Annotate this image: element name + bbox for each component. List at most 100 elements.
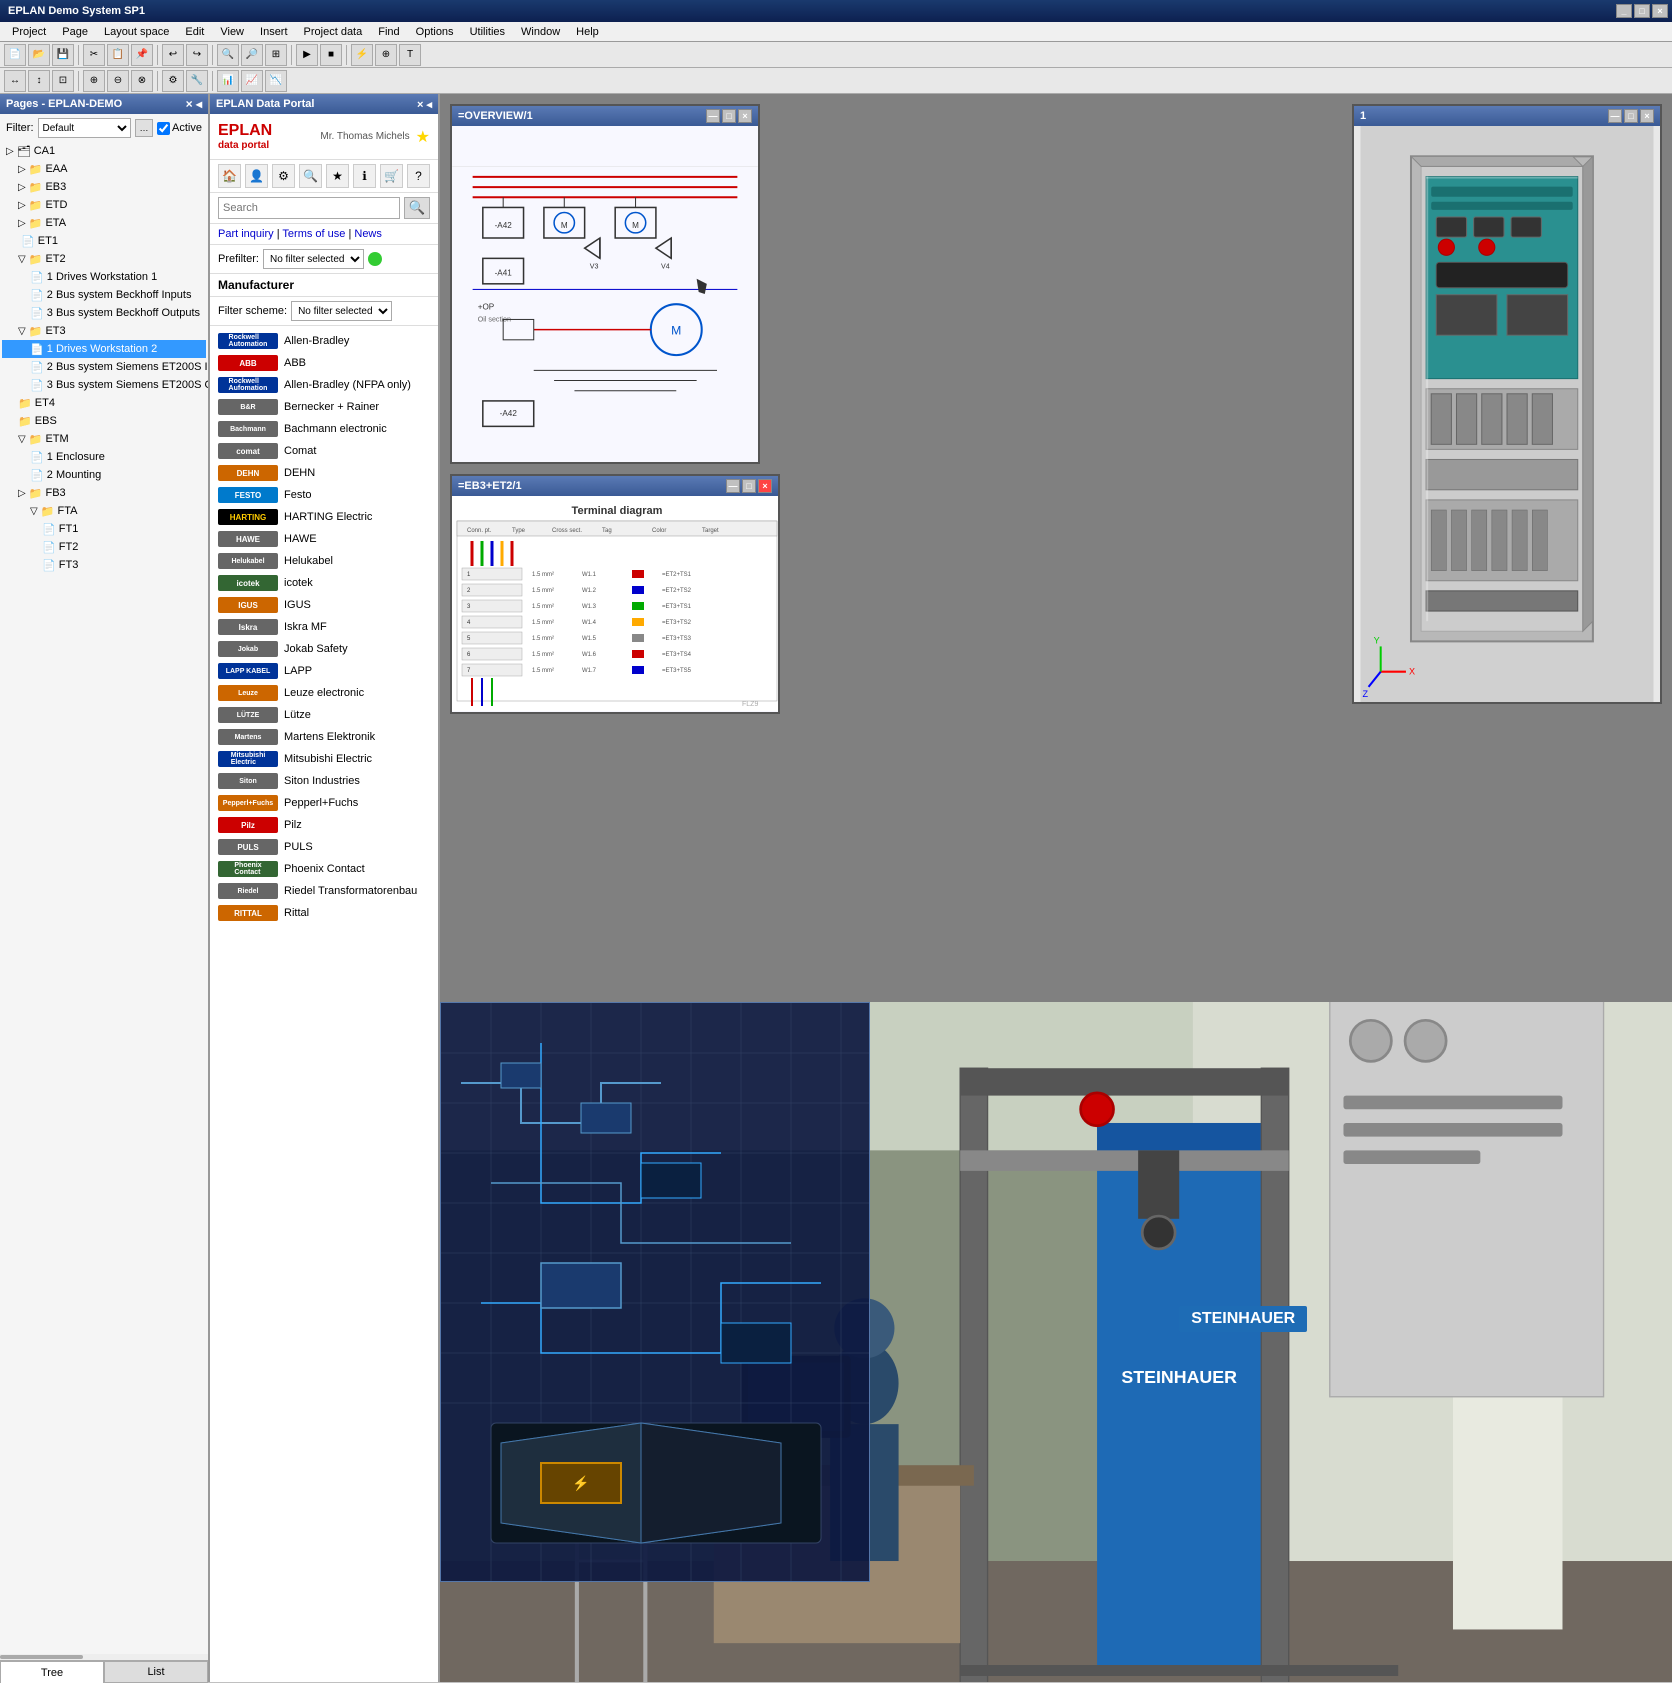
menu-edit[interactable]: Edit (177, 22, 212, 42)
tree-item-ft3[interactable]: 📄 FT3 (2, 556, 206, 574)
tree-item-eta[interactable]: ▷ 📁 ETA (2, 214, 206, 232)
tree-item-bus-si-in[interactable]: 📄 2 Bus system Siemens ET200S Inp (2, 358, 206, 376)
tree-item-bus-si-out[interactable]: 📄 3 Bus system Siemens ET200S Ou (2, 376, 206, 394)
tree-item-ca1[interactable]: ▷ 🗂 CA1 (2, 142, 206, 160)
menu-utilities[interactable]: Utilities (462, 22, 513, 42)
menu-projectdata[interactable]: Project data (296, 22, 371, 42)
tb2-4[interactable]: ⊕ (83, 70, 105, 92)
menu-help[interactable]: Help (568, 22, 607, 42)
tb2-6[interactable]: ⊗ (131, 70, 153, 92)
dp-settings-icon[interactable]: ⚙ (272, 164, 295, 188)
tree-item-etm[interactable]: ▽ 📁 ETM (2, 430, 206, 448)
menu-insert[interactable]: Insert (252, 22, 296, 42)
dp-info-icon[interactable]: ℹ (353, 164, 376, 188)
terminal-controls[interactable]: — □ × (726, 479, 772, 493)
tb2-11[interactable]: 📉 (265, 70, 287, 92)
menu-options[interactable]: Options (408, 22, 462, 42)
mfr-allen-bradley-nfpa[interactable]: RockwellAufomation Allen-Bradley (NFPA o… (210, 374, 438, 396)
dp-search-input[interactable] (218, 197, 400, 219)
mfr-helukabel[interactable]: Helukabel Helukabel (210, 550, 438, 572)
terms-link[interactable]: Terms of use (282, 228, 345, 240)
3d-minimize[interactable]: — (1608, 109, 1622, 123)
mfr-dehn[interactable]: DEHN DEHN (210, 462, 438, 484)
mfr-iskra[interactable]: Iskra Iskra MF (210, 616, 438, 638)
mfr-siton[interactable]: Siton Siton Industries (210, 770, 438, 792)
mfr-festo[interactable]: FESTO Festo (210, 484, 438, 506)
tb-text[interactable]: T (399, 44, 421, 66)
tb2-1[interactable]: ↔ (4, 70, 26, 92)
mfr-pepperl[interactable]: Pepperl+Fuchs Pepperl+Fuchs (210, 792, 438, 814)
tree-item-ft2[interactable]: 📄 FT2 (2, 538, 206, 556)
tb-component[interactable]: ⊕ (375, 44, 397, 66)
tree-item-et3[interactable]: ▽ 📁 ET3 (2, 322, 206, 340)
close-btn[interactable]: × (1652, 4, 1668, 18)
tree-item-ebs[interactable]: 📁 EBS (2, 412, 206, 430)
tb-zoom-out[interactable]: 🔎 (241, 44, 263, 66)
tb-save[interactable]: 💾 (52, 44, 74, 66)
tree-item-fta[interactable]: ▽ 📁 FTA (2, 502, 206, 520)
filter-select[interactable]: Default (38, 118, 132, 138)
mfr-igus[interactable]: IGUS IGUS (210, 594, 438, 616)
tb2-9[interactable]: 📊 (217, 70, 239, 92)
tree-item-et4[interactable]: 📁 ET4 (2, 394, 206, 412)
3d-maximize[interactable]: □ (1624, 109, 1638, 123)
menu-page[interactable]: Page (54, 22, 96, 42)
active-check[interactable] (157, 122, 170, 135)
mfr-harting[interactable]: HARTING HARTING Electric (210, 506, 438, 528)
active-checkbox[interactable]: Active (157, 122, 202, 135)
mfr-bachmann[interactable]: Bachmann Bachmann electronic (210, 418, 438, 440)
tree-item-et2[interactable]: ▽ 📁 ET2 (2, 250, 206, 268)
menu-view[interactable]: View (212, 22, 252, 42)
pages-panel-close[interactable]: × ◂ (186, 97, 202, 111)
mfr-abb[interactable]: ABB ABB (210, 352, 438, 374)
filter-scheme-select[interactable]: No filter selected (291, 301, 392, 321)
tb-wire[interactable]: ⚡ (351, 44, 373, 66)
menu-layout[interactable]: Layout space (96, 22, 177, 42)
dp-search-button[interactable]: 🔍 (404, 197, 430, 219)
prefilter-select[interactable]: No filter selected (263, 249, 364, 269)
terminal-minimize[interactable]: — (726, 479, 740, 493)
menu-find[interactable]: Find (370, 22, 407, 42)
mfr-martens[interactable]: Martens Martens Elektronik (210, 726, 438, 748)
tb-fit[interactable]: ⊞ (265, 44, 287, 66)
overview-close[interactable]: × (738, 109, 752, 123)
tree-item-eaa[interactable]: ▷ 📁 EAA (2, 160, 206, 178)
tree-item-drives-ws1[interactable]: 📄 1 Drives Workstation 1 (2, 268, 206, 286)
dp-home-icon[interactable]: 🏠 (218, 164, 241, 188)
mfr-jokab[interactable]: Jokab Jokab Safety (210, 638, 438, 660)
mfr-phoenix[interactable]: PhoenixContact Phoenix Contact (210, 858, 438, 880)
tb2-10[interactable]: 📈 (241, 70, 263, 92)
tb2-7[interactable]: ⚙ (162, 70, 184, 92)
tree-item-drives-ws2[interactable]: 📄 1 Drives Workstation 2 (2, 340, 206, 358)
tree-item-enclosure[interactable]: 📄 1 Enclosure (2, 448, 206, 466)
maximize-btn[interactable]: □ (1634, 4, 1650, 18)
mfr-leuze[interactable]: Leuze Leuze electronic (210, 682, 438, 704)
tb-run[interactable]: ▶ (296, 44, 318, 66)
tree-item-et1[interactable]: 📄 ET1 (2, 232, 206, 250)
window-controls[interactable]: _ □ × (1616, 4, 1668, 18)
tree-item-etd[interactable]: ▷ 📁 ETD (2, 196, 206, 214)
mfr-pilz[interactable]: Pilz Pilz (210, 814, 438, 836)
tb2-5[interactable]: ⊖ (107, 70, 129, 92)
mfr-rittal[interactable]: RITTAL Rittal (210, 902, 438, 924)
mfr-comat[interactable]: comat Comat (210, 440, 438, 462)
tb-cut[interactable]: ✂ (83, 44, 105, 66)
terminal-maximize[interactable]: □ (742, 479, 756, 493)
tb2-3[interactable]: ⊡ (52, 70, 74, 92)
tb2-2[interactable]: ↕ (28, 70, 50, 92)
tb-paste[interactable]: 📌 (131, 44, 153, 66)
filter-settings-btn[interactable]: … (135, 119, 153, 137)
tree-item-eb3[interactable]: ▷ 📁 EB3 (2, 178, 206, 196)
3d-close[interactable]: × (1640, 109, 1654, 123)
mfr-hawe[interactable]: HAWE HAWE (210, 528, 438, 550)
tb-open[interactable]: 📂 (28, 44, 50, 66)
tree-item-fb3[interactable]: ▷ 📁 FB3 (2, 484, 206, 502)
overview-minimize[interactable]: — (706, 109, 720, 123)
mfr-allen-bradley[interactable]: RockwellAutomation Allen-Bradley (210, 330, 438, 352)
part-inquiry-link[interactable]: Part inquiry (218, 228, 274, 240)
dp-help-icon[interactable]: ? (407, 164, 430, 188)
tree-item-mounting[interactable]: 📄 2 Mounting (2, 466, 206, 484)
mfr-lapp[interactable]: LAPP KABEL LAPP (210, 660, 438, 682)
mfr-mitsubishi[interactable]: MitsubishiElectric Mitsubishi Electric (210, 748, 438, 770)
tb-copy[interactable]: 📋 (107, 44, 129, 66)
